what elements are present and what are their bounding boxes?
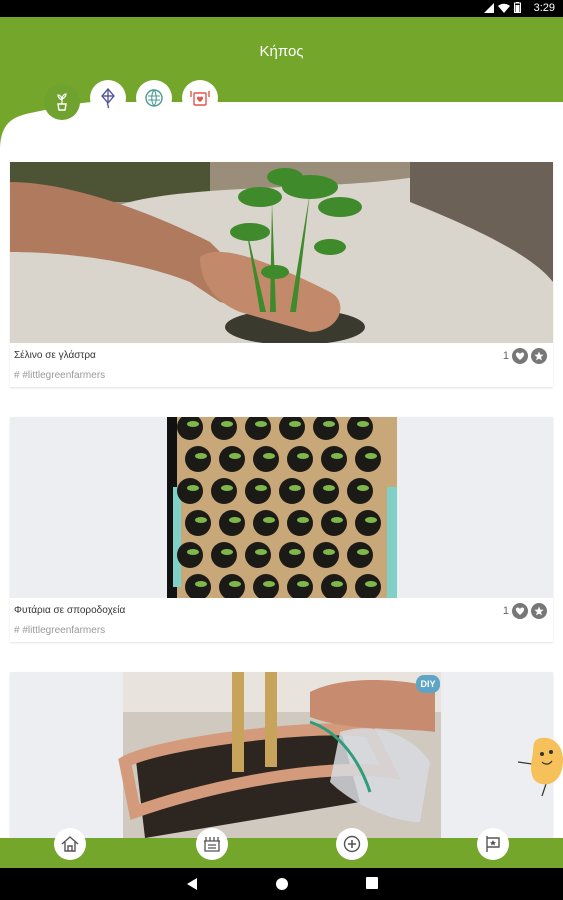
system-nav-bar [0,868,563,900]
tab-plant[interactable] [44,84,80,120]
diy-badge: DIY [416,675,440,693]
like-count: 1 [502,350,509,362]
back-icon[interactable] [186,877,198,891]
post-hashtag[interactable]: # #littlegreenfarmers [14,370,105,381]
flag-icon [486,836,500,852]
signal-icon [484,2,494,13]
heart-icon [515,607,525,615]
kite-icon [101,87,115,109]
wifi-icon [498,3,510,13]
post-caption: Σέλινο σε γλάστρα [14,350,96,361]
tab-food[interactable] [182,80,218,116]
heart-icon [515,352,525,360]
star-icon [534,606,544,616]
like-button[interactable] [512,603,528,619]
market-icon [204,837,220,852]
favorite-button[interactable] [531,603,547,619]
post-caption: Φυτάρια σε σποροδοχεία [14,605,126,616]
recents-icon[interactable] [366,877,378,889]
post-image[interactable] [10,417,553,598]
battery-icon [514,2,521,13]
like-count: 1 [502,605,509,617]
header-wave [0,75,563,150]
plant-pot-icon [57,93,67,111]
home-circle-icon[interactable] [275,877,289,891]
post-image[interactable]: DIY [10,672,553,838]
post-card[interactable]: DIY [10,672,553,838]
tab-kite[interactable] [90,80,126,116]
tab-recycle[interactable] [136,80,172,116]
post-card[interactable]: Σέλινο σε γλάστρα # #littlegreenfarmers … [10,162,553,387]
favorite-button[interactable] [531,348,547,364]
food-icon [190,91,210,106]
post-card[interactable]: Φυτάρια σε σποροδοχεία # #littlegreenfar… [10,417,553,642]
post-actions: 1 [503,348,547,364]
post-image[interactable] [10,162,553,343]
post-actions: 1 [503,603,547,619]
page-title: Κήπος [259,43,304,60]
nav-flag[interactable] [477,828,509,860]
status-icons [484,2,521,13]
post-hashtag[interactable]: # #littlegreenfarmers [14,625,105,636]
mascot-character[interactable] [517,732,563,802]
add-icon [343,835,361,853]
star-icon [534,351,544,361]
nav-market[interactable] [196,828,228,860]
recycle-globe-icon [145,89,163,107]
nav-home[interactable] [54,828,86,860]
nav-add[interactable] [336,828,368,860]
like-button[interactable] [512,348,528,364]
home-icon [61,836,79,852]
status-bar: 3:29 [0,0,563,17]
clock: 3:29 [533,2,555,14]
